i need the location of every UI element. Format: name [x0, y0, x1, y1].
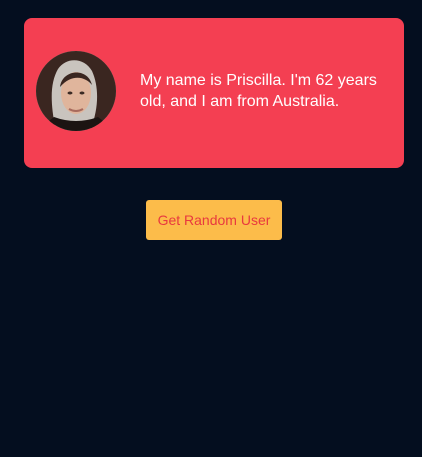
get-random-user-button[interactable]: Get Random User	[146, 200, 282, 240]
user-card: My name is Priscilla. I'm 62 years old, …	[24, 18, 404, 168]
avatar	[36, 51, 116, 131]
user-bio: My name is Priscilla. I'm 62 years old, …	[140, 72, 377, 110]
user-portrait-icon	[36, 51, 116, 131]
